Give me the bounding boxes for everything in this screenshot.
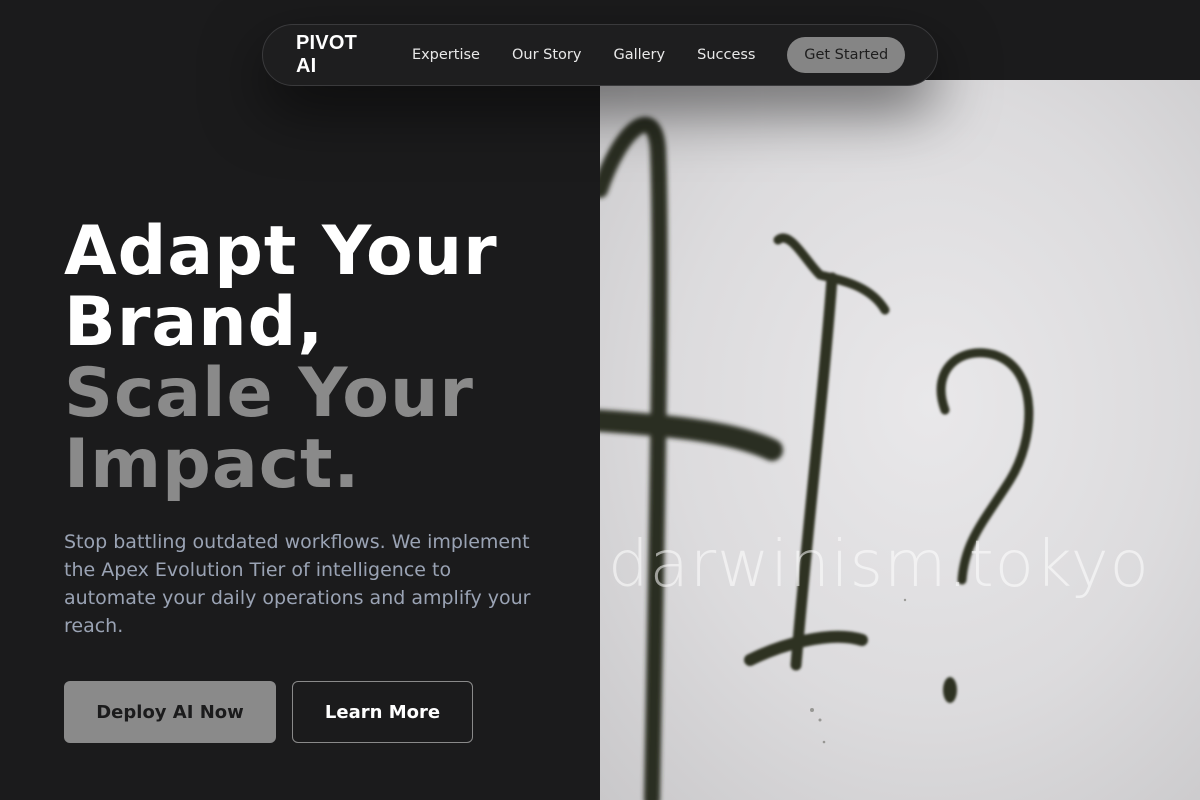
headline-line-3: Scale Your xyxy=(64,354,474,433)
hero-actions: Deploy AI Now Learn More xyxy=(64,681,473,743)
hero-subtext: Stop battling outdated workflows. We imp… xyxy=(64,531,531,637)
hero-headline: Adapt Your Brand, Scale Your Impact. xyxy=(64,216,584,500)
top-navigation: PIVOT AI Expertise Our Story Gallery Suc… xyxy=(262,24,938,86)
deploy-ai-now-button[interactable]: Deploy AI Now xyxy=(64,681,276,743)
nav-link-our-story[interactable]: Our Story xyxy=(512,47,581,63)
nav-link-success[interactable]: Success xyxy=(697,47,755,63)
headline-line-1: Adapt Your xyxy=(64,212,498,291)
headline-line-4: Impact. xyxy=(64,425,361,504)
image-watermark: darwinism.tokyo xyxy=(608,528,1150,602)
get-started-button[interactable]: Get Started xyxy=(787,37,905,73)
headline-line-2: Brand, xyxy=(64,283,325,362)
brand-logo[interactable]: PIVOT AI xyxy=(296,32,380,78)
nav-link-gallery[interactable]: Gallery xyxy=(613,47,665,63)
hero-section: Adapt Your Brand, Scale Your Impact. Sto… xyxy=(64,216,584,640)
hero-image: darwinism.tokyo xyxy=(600,80,1200,800)
learn-more-button[interactable]: Learn More xyxy=(292,681,473,743)
nav-link-expertise[interactable]: Expertise xyxy=(412,47,480,63)
handwritten-ai-question-graphic xyxy=(600,116,1034,800)
